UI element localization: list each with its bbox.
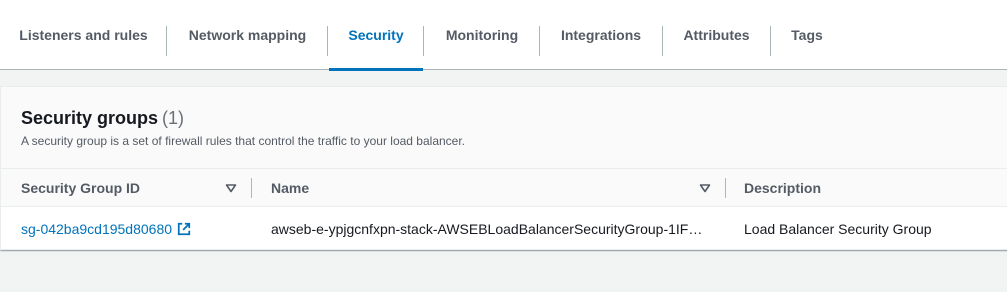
tab-security[interactable]: Security bbox=[329, 0, 423, 71]
tab-bar: Listeners and rules Network mapping Secu… bbox=[0, 0, 1007, 71]
panel-description: A security group is a set of firewall ru… bbox=[21, 134, 466, 148]
security-group-name-cell: awseb-e-ypjgcnfxpn-stack-AWSEBLoadBalanc… bbox=[271, 220, 703, 237]
tab-tags[interactable]: Tags bbox=[771, 0, 843, 70]
tab-attributes[interactable]: Attributes bbox=[662, 0, 771, 70]
column-header-security-group-id[interactable]: Security Group ID bbox=[21, 169, 140, 207]
column-header-description[interactable]: Description bbox=[744, 169, 821, 207]
tab-network-mapping[interactable]: Network mapping bbox=[167, 0, 328, 70]
security-groups-panel: Security groups (1) A security group is a… bbox=[0, 86, 1007, 250]
security-group-id-cell: sg-042ba9cd195d80680 bbox=[21, 208, 191, 249]
panel-title-text: Security groups bbox=[21, 108, 159, 128]
tab-monitoring[interactable]: Monitoring bbox=[424, 0, 540, 70]
panel-count: (1) bbox=[162, 108, 185, 128]
panel-title: Security groups (1) bbox=[21, 108, 184, 129]
security-group-id-link[interactable]: sg-042ba9cd195d80680 bbox=[21, 221, 172, 237]
tab-listeners-and-rules[interactable]: Listeners and rules bbox=[0, 0, 167, 70]
column-divider bbox=[251, 178, 252, 198]
panel-header: Security groups (1) A security group is a… bbox=[1, 87, 1007, 169]
tab-divider bbox=[327, 26, 328, 56]
column-divider bbox=[725, 178, 726, 198]
tab-integrations[interactable]: Integrations bbox=[540, 0, 662, 70]
sort-caret-down-icon[interactable] bbox=[225, 182, 237, 194]
column-header-name[interactable]: Name bbox=[271, 169, 309, 207]
table-header: Security Group ID Name Description bbox=[1, 169, 1007, 207]
external-link-icon[interactable] bbox=[177, 222, 191, 236]
table-row: sg-042ba9cd195d80680 awseb-e-ypjgcnfxpn-… bbox=[1, 208, 1007, 249]
sort-caret-down-icon[interactable] bbox=[699, 182, 711, 194]
security-group-description-cell: Load Balancer Security Group bbox=[744, 220, 932, 237]
